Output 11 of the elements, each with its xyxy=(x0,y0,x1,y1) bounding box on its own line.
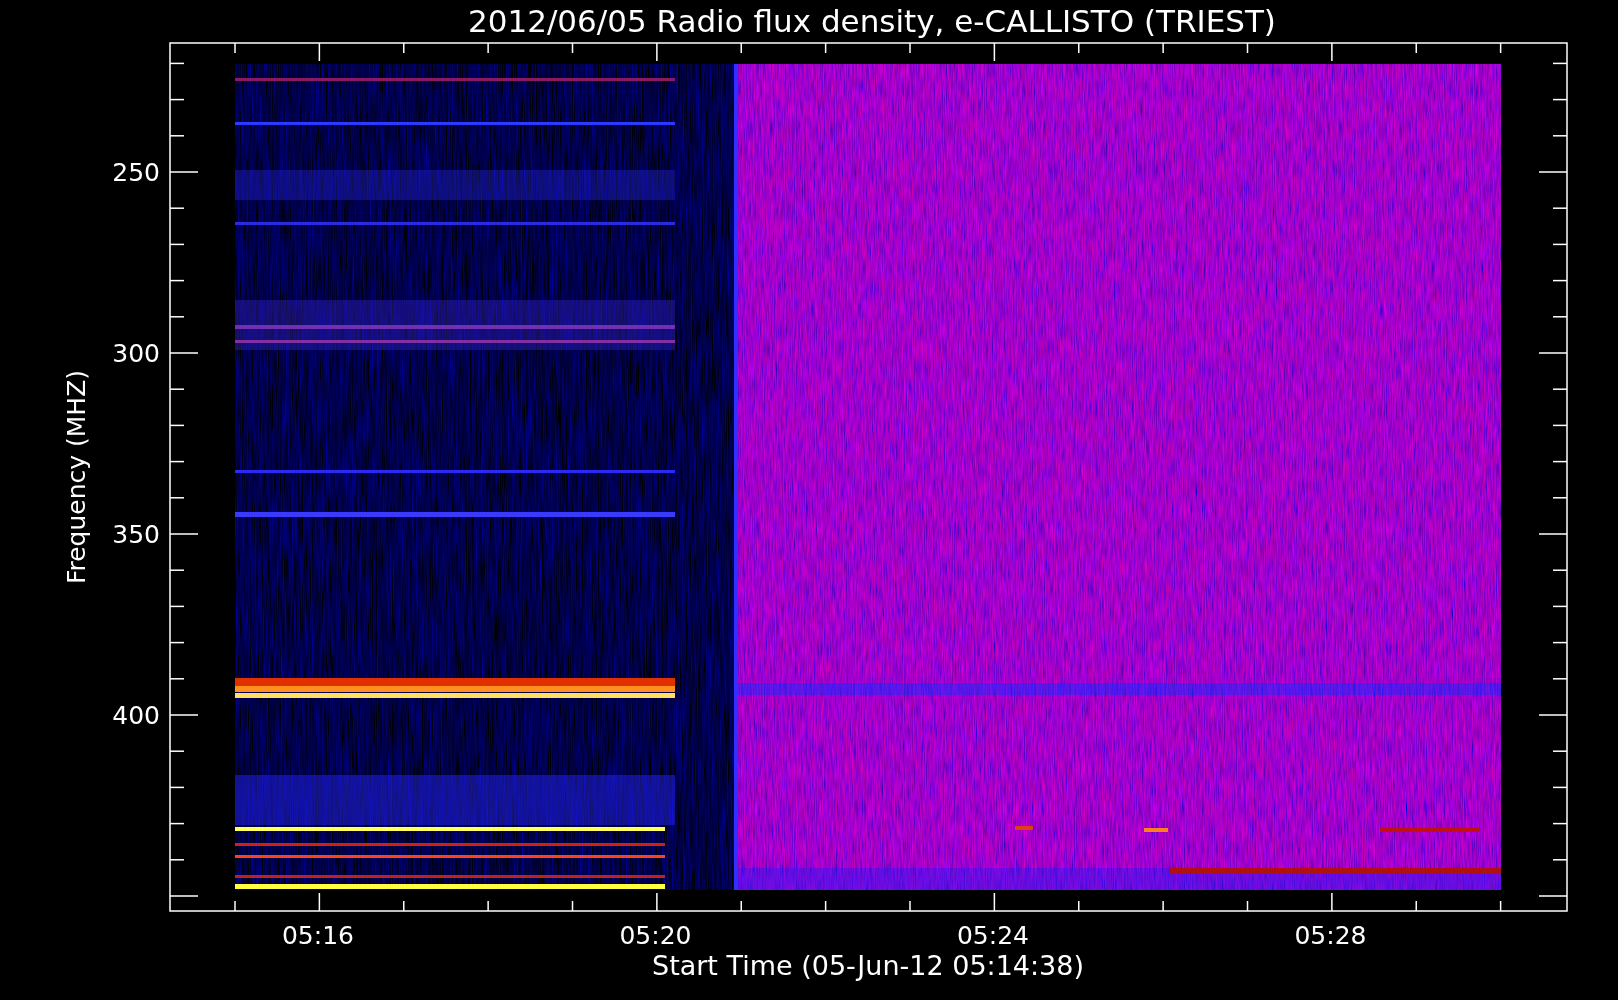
axis-title: Start Time (05-Jun-12 05:14:38) xyxy=(652,950,1084,981)
chart-title: 2012/06/05 Radio flux density, e-CALLISTO (TRIEST) xyxy=(468,3,1276,39)
axis-tick-label: 05:24 xyxy=(957,921,1029,950)
axis-tick-label: 400 xyxy=(112,701,160,730)
axis-tick-label: 350 xyxy=(112,520,160,549)
axis-tick-label: 05:28 xyxy=(1294,921,1367,950)
axis-tick-label: 05:20 xyxy=(619,921,692,950)
axis-tick-label: 300 xyxy=(112,339,160,368)
axis-title: Frequency (MHZ) xyxy=(62,369,91,585)
axis-tick-label: 05:16 xyxy=(282,921,354,950)
axis-tick-label: 250 xyxy=(112,158,160,187)
